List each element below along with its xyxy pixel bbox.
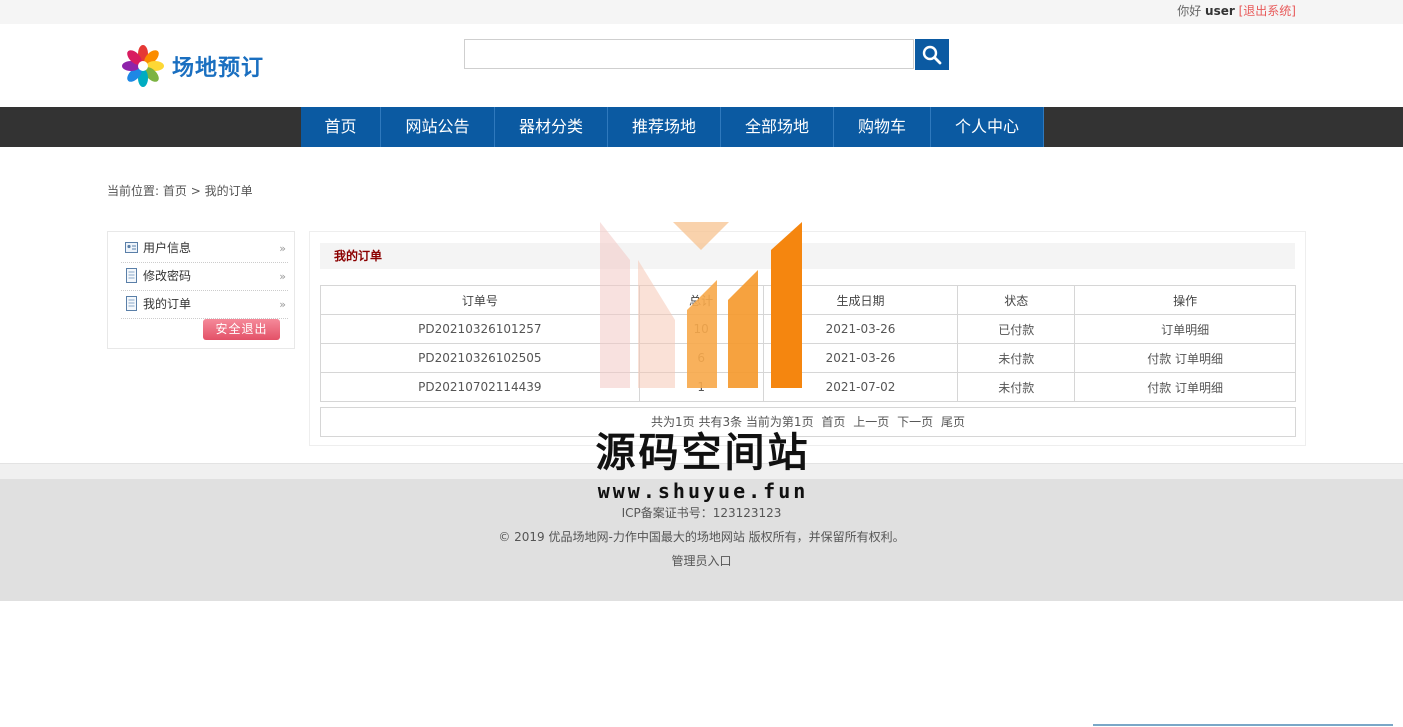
prev-page-link[interactable]: 上一页 xyxy=(853,415,889,429)
footer-divider xyxy=(0,463,1403,480)
orders-table: 订单号 总计 生成日期 状态 操作 PD20210326101257 10 20… xyxy=(320,285,1296,402)
orders-panel: 我的订单 订单号 总计 生成日期 状态 操作 PD20210326101257 … xyxy=(309,231,1306,446)
column-header: 总计 xyxy=(638,285,764,315)
order-detail-link[interactable]: 订单明细 xyxy=(1161,323,1209,337)
order-date: 2021-07-02 xyxy=(762,372,959,402)
pagination-info: 共为1页 共有3条 当前为第1页 xyxy=(651,415,814,429)
last-page-link[interactable]: 尾页 xyxy=(941,415,965,429)
admin-entry-link[interactable]: 管理员入口 xyxy=(0,552,1403,569)
breadcrumb-current: 我的订单 xyxy=(204,184,253,198)
order-id: PD20210326101257 xyxy=(320,314,640,344)
sidebar-item-label: 修改密码 xyxy=(143,269,192,283)
username: user xyxy=(1205,4,1235,18)
nav-item-profile[interactable]: 个人中心 xyxy=(931,107,1044,147)
search-input[interactable] xyxy=(464,39,914,69)
order-status: 未付款 xyxy=(957,372,1076,402)
chevron-right-icon: » xyxy=(279,270,286,283)
order-status: 已付款 xyxy=(957,314,1076,344)
user-greeting: 你好 user [退出系统] xyxy=(1177,2,1296,19)
column-header: 状态 xyxy=(957,285,1076,315)
nav-item-recommended[interactable]: 推荐场地 xyxy=(608,107,721,147)
document-icon xyxy=(126,296,137,311)
panel-title: 我的订单 xyxy=(320,243,1295,269)
main-nav: 首页 网站公告 器材分类 推荐场地 全部场地 购物车 个人中心 xyxy=(0,107,1403,147)
table-row: PD20210326102505 6 2021-03-26 未付款 付款 订单明… xyxy=(320,343,1296,373)
sidebar-item-label: 用户信息 xyxy=(143,241,192,255)
pay-link[interactable]: 付款 xyxy=(1147,352,1171,366)
chevron-right-icon: » xyxy=(279,298,286,311)
icp-number: ICP备案证书号：123123123 xyxy=(621,506,782,520)
breadcrumb: 当前位置: 首页 > 我的订单 xyxy=(107,182,253,199)
column-header: 生成日期 xyxy=(762,285,959,315)
order-date: 2021-03-26 xyxy=(762,343,959,373)
search-icon xyxy=(922,45,942,64)
order-total: 1 xyxy=(638,372,764,402)
footer: ICP备案证书号：123123123 © 2019 优品场地网-力作中国最大的场… xyxy=(0,479,1403,601)
copyright: © 2019 优品场地网-力作中国最大的场地网站 版权所有，并保留所有权利。 xyxy=(498,530,905,544)
order-actions: 订单明细 xyxy=(1074,314,1296,344)
breadcrumb-home[interactable]: 首页 xyxy=(163,184,187,198)
header: 场地预订 xyxy=(0,24,1403,107)
chevron-right-icon: » xyxy=(279,242,286,255)
nav-item-all-venues[interactable]: 全部场地 xyxy=(721,107,834,147)
order-status: 未付款 xyxy=(957,343,1076,373)
order-detail-link[interactable]: 订单明细 xyxy=(1175,381,1223,395)
pay-link[interactable]: 付款 xyxy=(1147,381,1171,395)
sidebar-item-change-password[interactable]: 修改密码 » xyxy=(121,263,288,291)
user-sidebar: 用户信息 » 修改密码 » 我的订单 » 安全退出 xyxy=(107,231,295,349)
logout-link[interactable]: [退出系统] xyxy=(1239,4,1296,18)
sidebar-item-user-info[interactable]: 用户信息 » xyxy=(121,235,288,263)
greeting-text: 你好 xyxy=(1177,4,1202,18)
nav-items: 首页 网站公告 器材分类 推荐场地 全部场地 购物车 个人中心 xyxy=(301,107,1044,147)
site-logo[interactable]: 场地预订 xyxy=(120,44,264,88)
order-actions: 付款 订单明细 xyxy=(1074,372,1296,402)
logo-text: 场地预订 xyxy=(172,56,265,81)
table-header-row: 订单号 总计 生成日期 状态 操作 xyxy=(320,285,1296,315)
nav-item-announcements[interactable]: 网站公告 xyxy=(381,107,495,147)
table-row: PD20210326101257 10 2021-03-26 已付款 订单明细 xyxy=(320,314,1296,344)
flower-logo-icon xyxy=(122,45,164,87)
table-row: PD20210702114439 1 2021-07-02 未付款 付款 订单明… xyxy=(320,372,1296,402)
breadcrumb-prefix: 当前位置: xyxy=(107,184,160,198)
bottom-right-edge xyxy=(1093,724,1393,726)
search-button[interactable] xyxy=(915,39,949,70)
nav-item-equipment[interactable]: 器材分类 xyxy=(495,107,608,147)
sidebar-item-my-orders[interactable]: 我的订单 » xyxy=(121,291,288,319)
sidebar-item-label: 我的订单 xyxy=(143,297,192,311)
order-actions: 付款 订单明细 xyxy=(1074,343,1296,373)
document-icon xyxy=(126,268,137,283)
next-page-link[interactable]: 下一页 xyxy=(897,415,933,429)
column-header: 操作 xyxy=(1074,285,1296,315)
id-card-icon xyxy=(125,242,138,253)
breadcrumb-separator: > xyxy=(190,184,201,198)
pagination: 共为1页 共有3条 当前为第1页 首页 上一页 下一页 尾页 xyxy=(320,407,1296,437)
order-id: PD20210326102505 xyxy=(320,343,640,373)
order-total: 10 xyxy=(638,314,764,344)
order-date: 2021-03-26 xyxy=(762,314,959,344)
order-total: 6 xyxy=(638,343,764,373)
nav-item-cart[interactable]: 购物车 xyxy=(834,107,931,147)
top-bar: 你好 user [退出系统] xyxy=(0,0,1403,24)
first-page-link[interactable]: 首页 xyxy=(821,415,845,429)
order-id: PD20210702114439 xyxy=(320,372,640,402)
column-header: 订单号 xyxy=(320,285,640,315)
nav-item-home[interactable]: 首页 xyxy=(301,107,381,147)
order-detail-link[interactable]: 订单明细 xyxy=(1175,352,1223,366)
safe-logout-button[interactable]: 安全退出 xyxy=(203,319,280,340)
